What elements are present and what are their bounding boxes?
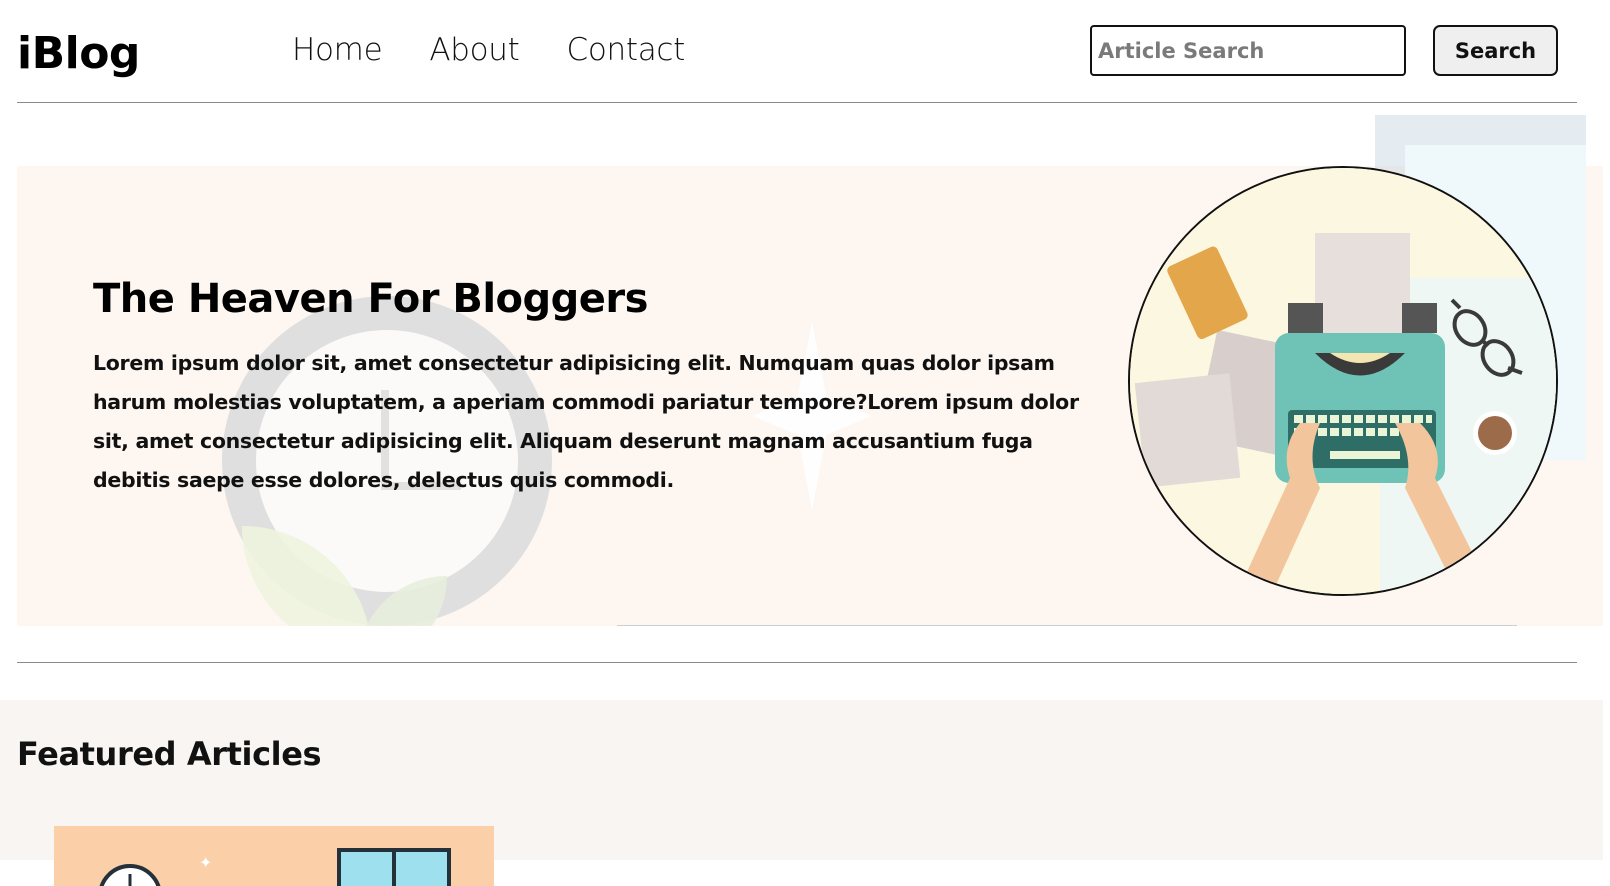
section-divider — [17, 662, 1577, 663]
nav-item-home: Home — [292, 30, 383, 70]
featured-section: Featured Articles ✦ — [0, 700, 1603, 886]
main-nav: Home About Contact — [292, 30, 685, 70]
nav-link-about[interactable]: About — [429, 32, 519, 68]
paper-icon-2 — [1134, 373, 1241, 488]
hero-title: The Heaven For Bloggers — [93, 276, 648, 322]
search-button[interactable]: Search — [1433, 25, 1558, 76]
article-thumbnail[interactable]: ✦ — [54, 826, 494, 886]
typewriter-illustration — [1128, 166, 1558, 596]
nav-link-home[interactable]: Home — [292, 32, 383, 68]
featured-title: Featured Articles — [17, 735, 322, 773]
thumbnail-sparkle-icon: ✦ — [199, 853, 212, 872]
article-thumbnail-svg: ✦ — [54, 826, 494, 886]
nav-item-about: About — [429, 30, 519, 70]
hero-description: Lorem ipsum dolor sit, amet consectetur … — [93, 351, 1079, 492]
nav-item-contact: Contact — [567, 30, 686, 70]
hero-bottom-divider — [617, 625, 1517, 626]
typewriter-illustration-svg — [1130, 168, 1556, 594]
article-search-input[interactable] — [1090, 25, 1406, 76]
nav-link-contact[interactable]: Contact — [567, 32, 686, 68]
site-logo[interactable]: iBlog — [17, 24, 140, 84]
header-divider — [17, 102, 1577, 103]
